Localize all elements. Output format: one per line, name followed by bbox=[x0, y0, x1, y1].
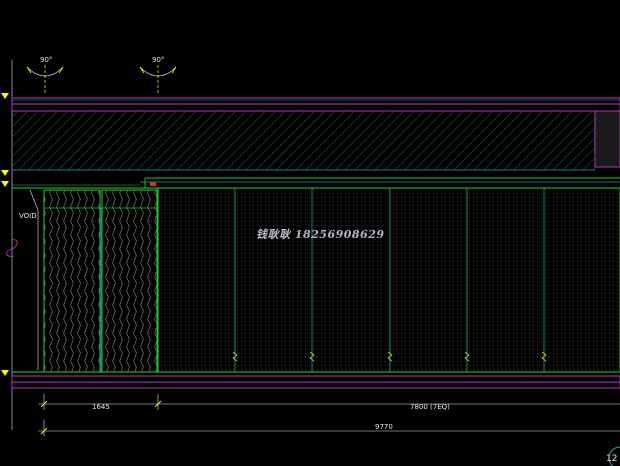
sheet-marker-label: 12 bbox=[606, 454, 617, 464]
dimension-right-span: 7800 (7EQ) bbox=[410, 403, 450, 411]
dotted-wall-area bbox=[158, 188, 620, 372]
corner-fixture bbox=[150, 182, 156, 186]
level-marker-wall-top bbox=[1, 181, 9, 187]
dimension-total-span: 9770 bbox=[375, 423, 393, 431]
void-label: VOID bbox=[19, 212, 37, 220]
cad-elevation-drawing: 90° 90° VOID 钱耿耿 18256908629 1645 7800 (… bbox=[1, 56, 620, 466]
level-marker-floor bbox=[1, 370, 9, 376]
wood-panel-right bbox=[101, 189, 158, 373]
watermark-text: 钱耿耿 18256908629 bbox=[256, 228, 385, 241]
dimension-row-2: 9770 bbox=[38, 420, 620, 436]
dimension-row-1: 1645 7800 (7EQ) bbox=[38, 394, 620, 411]
dimension-left-span: 1645 bbox=[92, 403, 110, 411]
level-marker-ceiling bbox=[1, 170, 9, 176]
angle-label-left: 90° bbox=[40, 56, 52, 64]
wood-panel-left bbox=[43, 189, 101, 373]
angle-label-right: 90° bbox=[152, 56, 164, 64]
angle-symbol-left: 90° bbox=[26, 56, 64, 95]
ceiling-void-hatch bbox=[12, 111, 595, 170]
level-markers bbox=[1, 93, 9, 376]
level-marker-top bbox=[1, 93, 9, 99]
angle-symbol-right: 90° bbox=[139, 56, 177, 95]
ceiling-box bbox=[594, 110, 620, 168]
